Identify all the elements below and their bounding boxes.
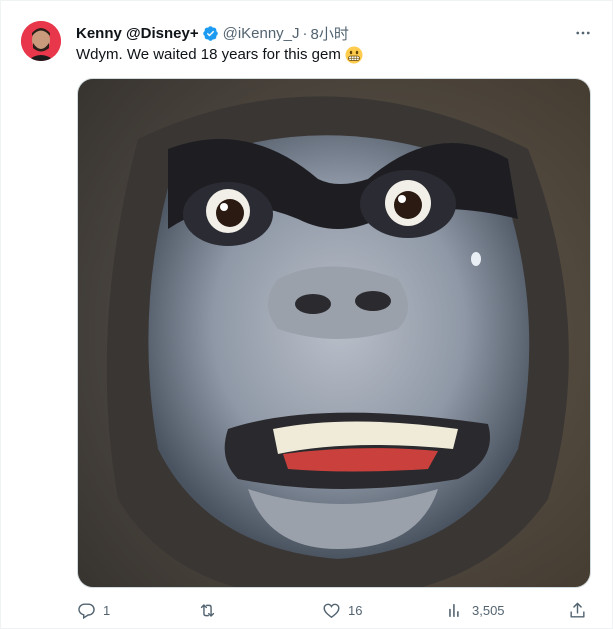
views-count: 3,505 (472, 602, 505, 618)
reply-button[interactable]: 1 (77, 598, 110, 622)
separator-dot: · (302, 24, 308, 42)
display-name[interactable]: Kenny @Disney+ (76, 25, 199, 42)
tweet-media-image[interactable] (77, 78, 591, 588)
tweet-header: Kenny @Disney+ @iKenny_J · 8小时 (76, 23, 592, 43)
avatar[interactable] (21, 21, 61, 61)
share-icon (570, 602, 585, 618)
views-icon (449, 603, 459, 617)
reply-count: 1 (103, 602, 111, 618)
reply-icon (78, 602, 95, 619)
like-count: 16 (348, 602, 363, 618)
more-icon[interactable] (562, 23, 592, 43)
user-handle[interactable]: @iKenny_J (223, 25, 300, 42)
grimacing-face-emoji (345, 46, 363, 64)
retweet-icon (200, 603, 215, 617)
tweet-text: Wdym. We waited 18 years for this gem (76, 45, 592, 65)
like-button[interactable]: 16 (322, 598, 362, 622)
tweet-card[interactable]: Kenny @Disney+ @iKenny_J · 8小时 Wdym. We … (0, 0, 613, 629)
verified-badge-icon (202, 25, 219, 42)
tweet-actions: 1 16 3,505 (71, 598, 596, 622)
share-button[interactable] (568, 598, 587, 622)
retweet-button[interactable] (198, 598, 224, 622)
tweet-text-content: Wdym. We waited 18 years for this gem (76, 46, 341, 63)
like-icon (323, 603, 340, 618)
timestamp[interactable]: 8小时 (311, 23, 349, 44)
views-button[interactable]: 3,505 (446, 598, 505, 622)
